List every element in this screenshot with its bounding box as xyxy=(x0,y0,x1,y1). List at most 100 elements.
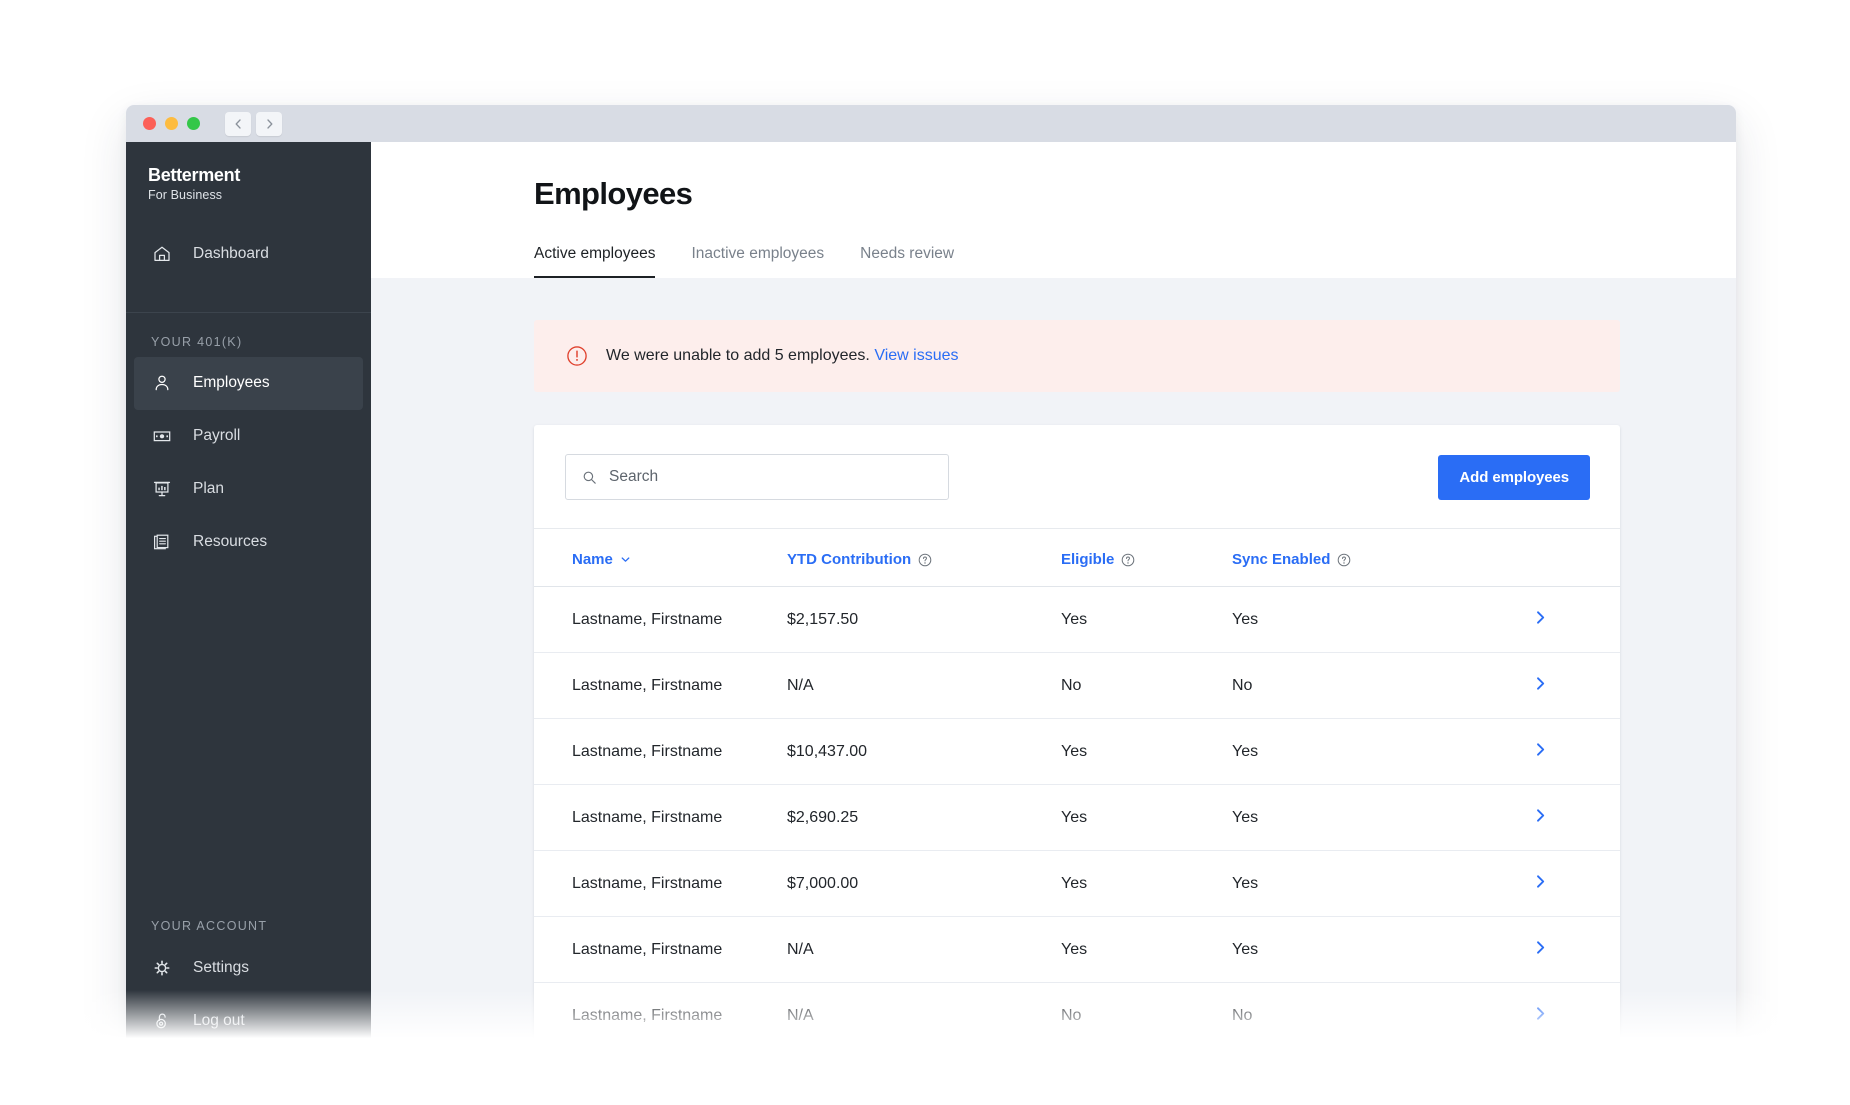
chevron-right-icon[interactable] xyxy=(1533,676,1548,691)
maximize-window-button[interactable] xyxy=(187,117,200,130)
cell-ytd-contribution: $2,157.50 xyxy=(787,587,1061,653)
row-detail-button[interactable] xyxy=(1484,653,1620,719)
employees-card: Add employees Name xyxy=(534,425,1620,1048)
cell-name: Lastname, Firstname xyxy=(534,851,787,917)
cell-ytd-contribution: $7,000.00 xyxy=(787,851,1061,917)
cell-eligible: Yes xyxy=(1061,587,1232,653)
add-employees-button[interactable]: Add employees xyxy=(1438,455,1590,500)
sidebar-item-settings[interactable]: Settings xyxy=(126,941,371,994)
view-issues-link[interactable]: View issues xyxy=(874,347,958,364)
column-header-sync-enabled[interactable]: Sync Enabled xyxy=(1232,529,1484,587)
column-label: Name xyxy=(572,551,613,568)
minimize-window-button[interactable] xyxy=(165,117,178,130)
table-row[interactable]: Lastname, Firstname$10,437.00YesYes xyxy=(534,719,1620,785)
chevron-right-icon[interactable] xyxy=(1533,874,1548,889)
back-button[interactable] xyxy=(225,112,251,136)
cell-eligible: Yes xyxy=(1061,917,1232,983)
sidebar: Betterment For Business Dashboard YOUR 4… xyxy=(126,142,371,1105)
chevron-right-icon[interactable] xyxy=(1533,1006,1548,1021)
cell-ytd-contribution: N/A xyxy=(787,917,1061,983)
sidebar-item-label: Employees xyxy=(193,374,270,392)
cell-sync-enabled: No xyxy=(1232,983,1484,1049)
sidebar-item-plan[interactable]: Plan xyxy=(126,463,371,516)
tab-inactive-employees[interactable]: Inactive employees xyxy=(691,245,824,278)
tab-active-employees[interactable]: Active employees xyxy=(534,245,655,278)
sidebar-item-employees[interactable]: Employees xyxy=(134,357,363,410)
sidebar-item-label: Log out xyxy=(193,1012,245,1030)
sidebar-top-group: Dashboard xyxy=(126,202,371,281)
sidebar-item-label: Payroll xyxy=(193,427,240,445)
row-detail-button[interactable] xyxy=(1484,785,1620,851)
row-detail-button[interactable] xyxy=(1484,983,1620,1049)
cell-name: Lastname, Firstname xyxy=(534,653,787,719)
chevron-right-icon[interactable] xyxy=(1533,808,1548,823)
help-circle-icon[interactable] xyxy=(918,553,932,567)
row-detail-button[interactable] xyxy=(1484,587,1620,653)
documents-icon xyxy=(151,532,172,553)
sidebar-item-label: Dashboard xyxy=(193,245,269,263)
table-row[interactable]: Lastname, Firstname$2,157.50YesYes xyxy=(534,587,1620,653)
cell-eligible: No xyxy=(1061,653,1232,719)
sidebar-section-account-label: YOUR ACCOUNT xyxy=(126,897,371,941)
table-row[interactable]: Lastname, Firstname$2,690.25YesYes xyxy=(534,785,1620,851)
table-row[interactable]: Lastname, FirstnameN/ANoNo xyxy=(534,653,1620,719)
chevron-right-icon[interactable] xyxy=(1533,610,1548,625)
chevron-down-icon xyxy=(620,554,631,565)
cell-eligible: Yes xyxy=(1061,851,1232,917)
employees-table: Name YTD Contribution xyxy=(534,528,1620,1048)
browser-nav-buttons xyxy=(225,112,282,136)
sidebar-account-group: YOUR ACCOUNT Settin xyxy=(126,897,371,1047)
cell-sync-enabled: Yes xyxy=(1232,785,1484,851)
page-title: Employees xyxy=(371,176,1736,212)
column-header-eligible[interactable]: Eligible xyxy=(1061,529,1232,587)
sidebar-item-dashboard[interactable]: Dashboard xyxy=(126,228,371,281)
cell-eligible: Yes xyxy=(1061,719,1232,785)
table-row[interactable]: Lastname, Firstname$7,000.00YesYes xyxy=(534,851,1620,917)
cell-ytd-contribution: $10,437.00 xyxy=(787,719,1061,785)
sidebar-section-401k-label: YOUR 401(K) xyxy=(126,313,371,357)
column-label: Sync Enabled xyxy=(1232,551,1330,568)
row-detail-button[interactable] xyxy=(1484,719,1620,785)
forward-button[interactable] xyxy=(256,112,282,136)
window-titlebar xyxy=(126,105,1736,142)
chevron-right-icon[interactable] xyxy=(1533,940,1548,955)
chevron-right-icon[interactable] xyxy=(1533,742,1548,757)
page-header: Employees Active employees Inactive empl… xyxy=(371,142,1736,278)
help-circle-icon[interactable] xyxy=(1337,553,1351,567)
main-content: Employees Active employees Inactive empl… xyxy=(371,142,1736,1105)
column-header-actions xyxy=(1484,529,1620,587)
cell-eligible: Yes xyxy=(1061,785,1232,851)
table-row[interactable]: Lastname, FirstnameN/ANoNo xyxy=(534,983,1620,1049)
brand-logo: Betterment For Business xyxy=(126,142,371,202)
table-body: Lastname, Firstname$2,157.50YesYesLastna… xyxy=(534,587,1620,1049)
tab-needs-review[interactable]: Needs review xyxy=(860,245,954,278)
row-detail-button[interactable] xyxy=(1484,917,1620,983)
cell-ytd-contribution: $2,690.25 xyxy=(787,785,1061,851)
column-label: Eligible xyxy=(1061,551,1114,568)
help-circle-icon[interactable] xyxy=(1121,553,1135,567)
cell-name: Lastname, Firstname xyxy=(534,983,787,1049)
search-field[interactable] xyxy=(565,454,949,500)
cell-name: Lastname, Firstname xyxy=(534,917,787,983)
person-icon xyxy=(151,373,172,394)
column-header-name[interactable]: Name xyxy=(534,529,787,587)
search-input[interactable] xyxy=(609,468,909,486)
column-header-ytd-contribution[interactable]: YTD Contribution xyxy=(787,529,1061,587)
close-window-button[interactable] xyxy=(143,117,156,130)
alert-circle-icon xyxy=(566,345,588,367)
chevron-left-icon xyxy=(233,118,244,130)
sidebar-item-payroll[interactable]: Payroll xyxy=(126,410,371,463)
row-detail-button[interactable] xyxy=(1484,851,1620,917)
cell-sync-enabled: No xyxy=(1232,653,1484,719)
cell-name: Lastname, Firstname xyxy=(534,785,787,851)
browser-window: Betterment For Business Dashboard YOUR 4… xyxy=(126,105,1736,1105)
card-toolbar: Add employees xyxy=(534,425,1620,528)
cell-sync-enabled: Yes xyxy=(1232,587,1484,653)
cell-sync-enabled: Yes xyxy=(1232,851,1484,917)
sidebar-item-logout[interactable]: Log out xyxy=(126,994,371,1047)
sidebar-item-resources[interactable]: Resources xyxy=(126,516,371,569)
money-icon xyxy=(151,426,172,447)
table-row[interactable]: Lastname, FirstnameN/AYesYes xyxy=(534,917,1620,983)
sidebar-item-label: Settings xyxy=(193,959,249,977)
cell-ytd-contribution: N/A xyxy=(787,983,1061,1049)
